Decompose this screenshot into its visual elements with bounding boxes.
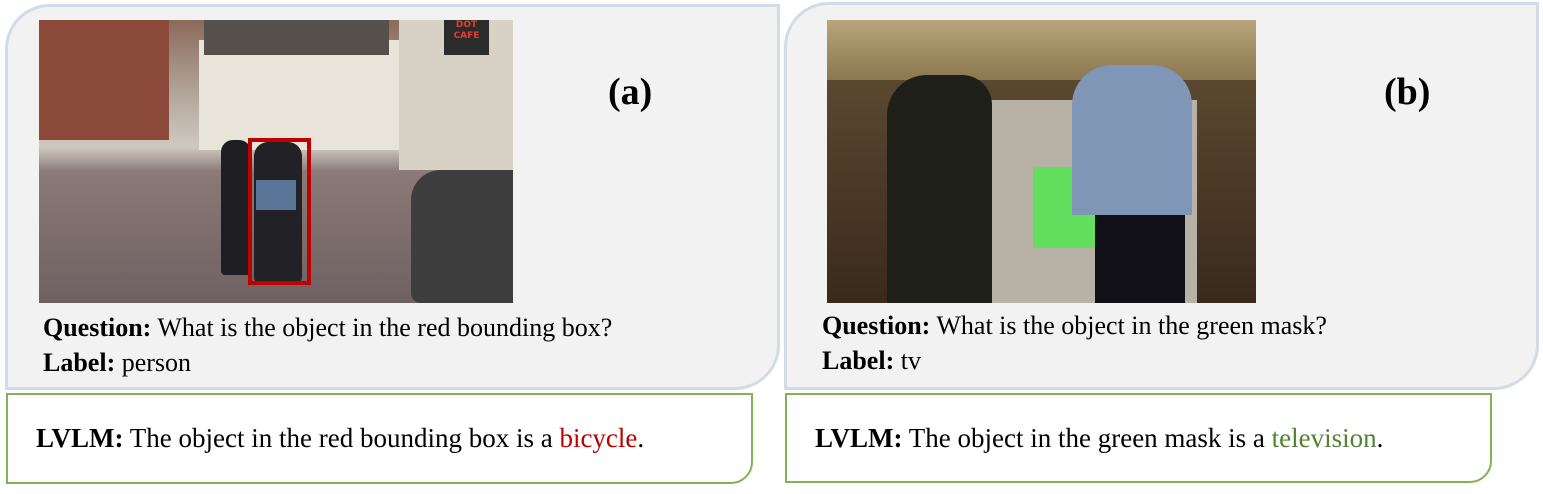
answer-heading: LVLM: — [36, 423, 124, 453]
answer-highlight: television — [1271, 423, 1377, 453]
answer-end: . — [1376, 423, 1384, 453]
label-b: Label: tv — [822, 344, 921, 377]
cafe-sign: DOT CAFE — [444, 20, 489, 55]
label-heading: Label: — [822, 346, 895, 375]
answer-text: The object in the green mask is a — [908, 423, 1265, 453]
question-heading: Question: — [822, 311, 931, 340]
panel-tag-a: (a) — [608, 71, 653, 113]
person-left — [887, 75, 992, 303]
question-text: What is the object in the green mask? — [936, 311, 1327, 340]
question-text: What is the object in the red bounding b… — [157, 313, 613, 342]
car — [411, 170, 513, 303]
brick-building — [39, 20, 169, 140]
label-text: person — [121, 348, 192, 377]
room-photo — [827, 20, 1256, 303]
answer-heading: LVLM: — [815, 423, 903, 453]
lvlm-answer-a: LVLM: The object in the red bounding box… — [6, 393, 753, 484]
answer-end: . — [637, 423, 645, 453]
label-heading: Label: — [43, 348, 116, 377]
pedestrian — [221, 140, 251, 275]
panel-tag-b: (b) — [1384, 71, 1431, 113]
trousers — [1095, 215, 1185, 303]
ceiling — [827, 20, 1256, 80]
answer-highlight: bicycle — [559, 423, 638, 453]
question-b: Question: What is the object in the gree… — [822, 309, 1327, 342]
label-text: tv — [900, 346, 921, 375]
street-photo: DOT CAFE — [39, 20, 513, 303]
person-right — [1072, 65, 1192, 215]
white-building — [199, 40, 399, 150]
red-bounding-box — [248, 138, 311, 285]
label-a: Label: person — [43, 346, 191, 379]
question-heading: Question: — [43, 313, 152, 342]
question-a: Question: What is the object in the red … — [43, 311, 612, 344]
dark-roof — [204, 20, 389, 55]
answer-text: The object in the red bounding box is a — [129, 423, 553, 453]
lvlm-answer-b: LVLM: The object in the green mask is a … — [785, 393, 1492, 483]
